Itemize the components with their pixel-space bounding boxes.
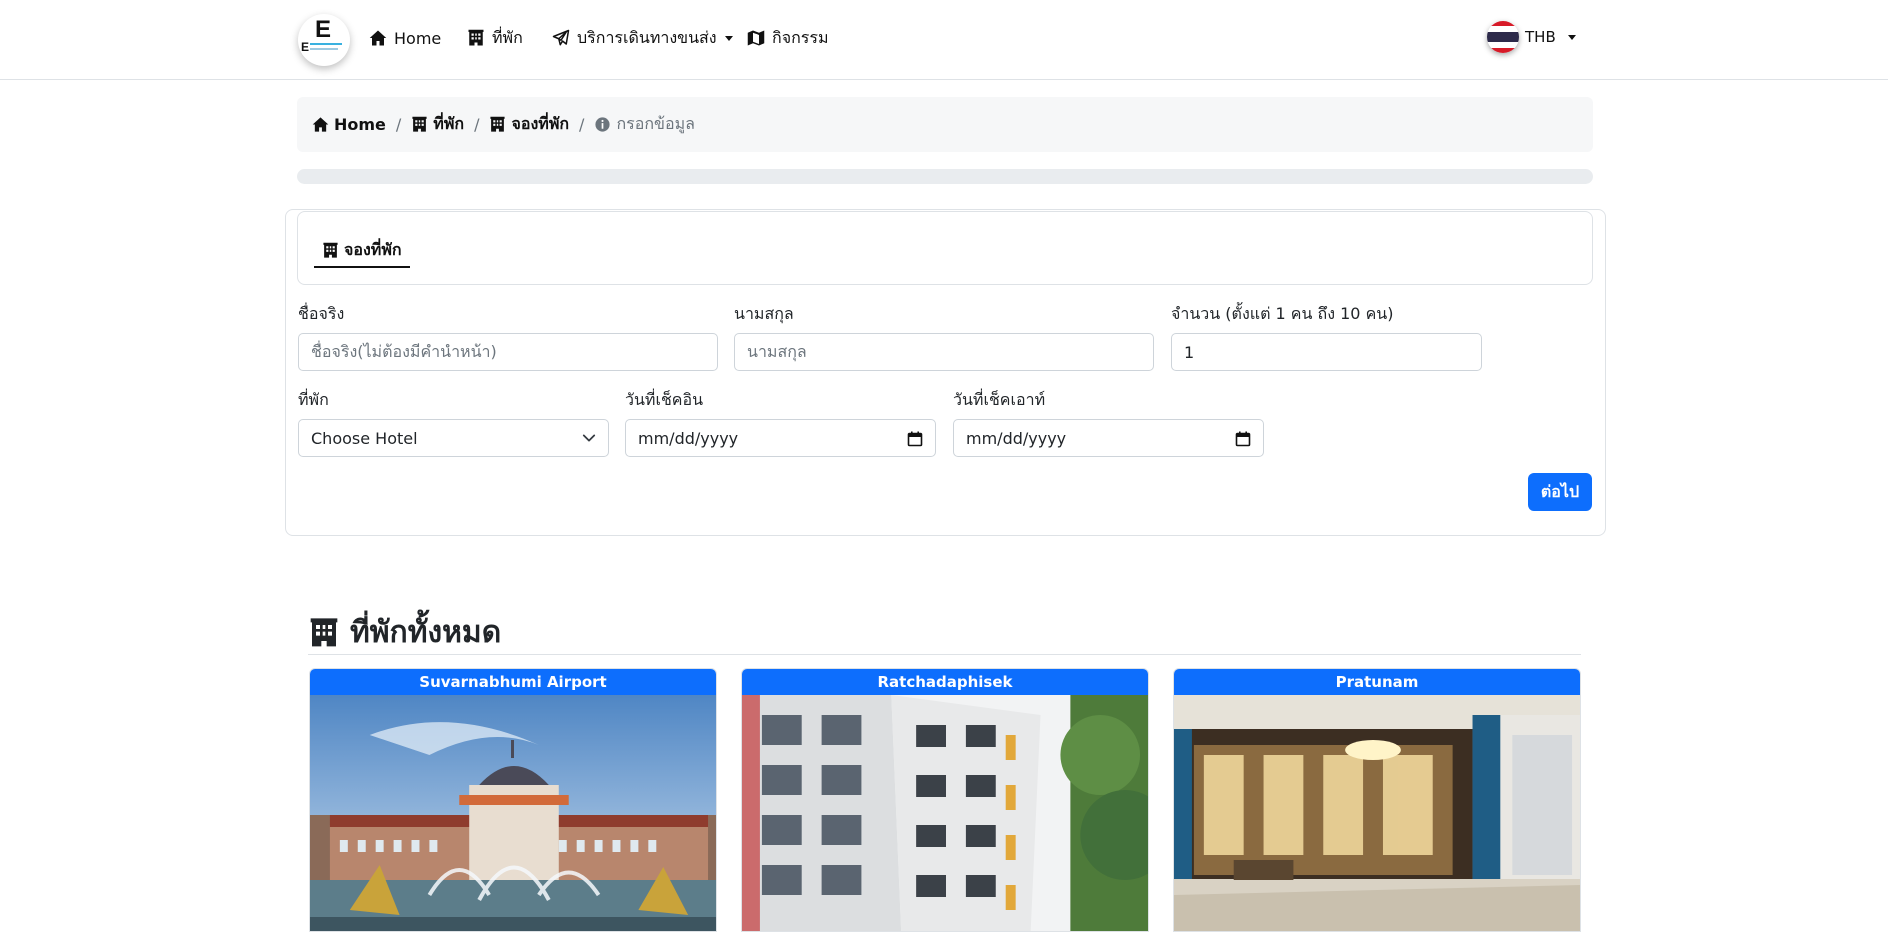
hotel-card-suvarnabhumi[interactable]: Suvarnabhumi Airport: [309, 668, 717, 932]
breadcrumb-fill-info: กรอกข้อมูล: [594, 112, 695, 137]
first-name-input[interactable]: ชื่อจริง(ไม่ต้องมีคำนำหน้า): [298, 333, 718, 371]
nav-hotels-label: ที่พัก: [492, 27, 523, 47]
nav-activities-label: กิจกรรม: [772, 27, 829, 47]
check-out-date-input[interactable]: mm/dd/yyyy: [953, 419, 1264, 457]
breadcrumb-separator: /: [579, 115, 585, 134]
hotel-icon: [468, 29, 484, 46]
next-button[interactable]: ต่อไป: [1528, 473, 1592, 511]
nav-transport-label: บริการเดินทางขนส่ง: [577, 27, 717, 47]
hotels-section-title: ที่พักทั้งหมด: [308, 609, 501, 656]
nav-transport-dropdown[interactable]: บริการเดินทางขนส่ง: [552, 26, 733, 50]
currency-label: THB: [1525, 28, 1556, 46]
nav-hotels[interactable]: ที่พัก: [467, 26, 523, 50]
hotel-select[interactable]: Choose Hotel: [298, 419, 609, 457]
breadcrumb-separator: /: [474, 115, 480, 134]
chevron-down-icon: [582, 434, 596, 442]
hotel-label: ที่พัก: [298, 390, 329, 409]
breadcrumb-fill-info-label: กรอกข้อมูล: [616, 114, 695, 133]
hotel-card-title: Pratunam: [1174, 669, 1580, 695]
last-name-input[interactable]: นามสกุล: [734, 333, 1154, 371]
navbar: E E Home ที่พัก บริการเดินทางขนส่ง กิจกร…: [0, 0, 1888, 80]
logo-small-letter: E: [301, 40, 310, 54]
breadcrumb-hotels-label: ที่พัก: [433, 114, 465, 133]
booking-progress-bar: [297, 169, 1593, 184]
tab-book-hotel[interactable]: จองที่พัก: [314, 234, 410, 268]
guests-input[interactable]: 1: [1171, 333, 1482, 371]
hotel-select-value: Choose Hotel: [311, 428, 418, 448]
hotel-card-pratunam[interactable]: Pratunam: [1173, 668, 1581, 932]
nav-home-label: Home: [394, 28, 442, 48]
logo-letter: E: [315, 16, 332, 43]
breadcrumb: Home / ที่พัก / จองที่พัก / กรอกข้อมูล: [297, 97, 1593, 152]
home-icon: [369, 30, 387, 46]
hotel-photo[interactable]: [742, 695, 1148, 932]
breadcrumb-separator: /: [395, 115, 402, 134]
chevron-down-icon: [1567, 34, 1576, 40]
tab-header-card: [297, 211, 1593, 285]
check-in-placeholder: mm/dd/yyyy: [638, 428, 739, 448]
breadcrumb-book-hotel-label: จองที่พัก: [511, 114, 570, 133]
thailand-flag-icon: [1487, 21, 1519, 53]
breadcrumb-home[interactable]: Home: [312, 115, 386, 134]
hotel-card-title: Ratchadaphisek: [742, 669, 1148, 695]
chevron-down-icon: [724, 35, 733, 41]
home-icon: [312, 117, 329, 132]
breadcrumb-hotels[interactable]: ที่พัก: [411, 112, 464, 137]
calendar-icon[interactable]: [907, 431, 923, 447]
map-icon: [747, 30, 765, 46]
last-name-label: นามสกุล: [734, 304, 794, 323]
calendar-icon[interactable]: [1235, 431, 1251, 447]
breadcrumb-home-label: Home: [334, 115, 386, 134]
hotel-card-ratchadaphisek[interactable]: Ratchadaphisek: [741, 668, 1149, 932]
currency-dropdown[interactable]: THB: [1487, 20, 1576, 54]
guests-label: จำนวน (ตั้งแต่ 1 คน ถึง 10 คน): [1171, 304, 1394, 323]
hotels-section-title-text: ที่พักทั้งหมด: [350, 615, 502, 650]
info-circle-icon: [595, 117, 611, 132]
tab-book-hotel-label: จองที่พัก: [344, 239, 402, 259]
hotel-icon: [310, 617, 338, 646]
hotel-photo[interactable]: [1174, 695, 1580, 932]
check-in-label: วันที่เช็คอิน: [625, 390, 704, 409]
section-divider: [308, 654, 1581, 655]
hotel-icon: [412, 116, 427, 132]
nav-home[interactable]: Home: [369, 26, 441, 50]
first-name-label: ชื่อจริง: [298, 304, 345, 323]
hotel-icon: [490, 116, 506, 132]
hotel-card-title: Suvarnabhumi Airport: [310, 669, 716, 695]
nav-activities[interactable]: กิจกรรม: [747, 26, 828, 50]
brand-logo[interactable]: E E: [298, 14, 350, 66]
hotel-photo[interactable]: [310, 695, 716, 932]
check-out-placeholder: mm/dd/yyyy: [966, 428, 1067, 448]
paper-plane-icon: [552, 29, 570, 46]
breadcrumb-book-hotel[interactable]: จองที่พัก: [489, 112, 569, 137]
hotel-icon: [323, 242, 338, 258]
check-in-date-input[interactable]: mm/dd/yyyy: [625, 419, 936, 457]
check-out-label: วันที่เช็คเอาท์: [953, 390, 1046, 409]
